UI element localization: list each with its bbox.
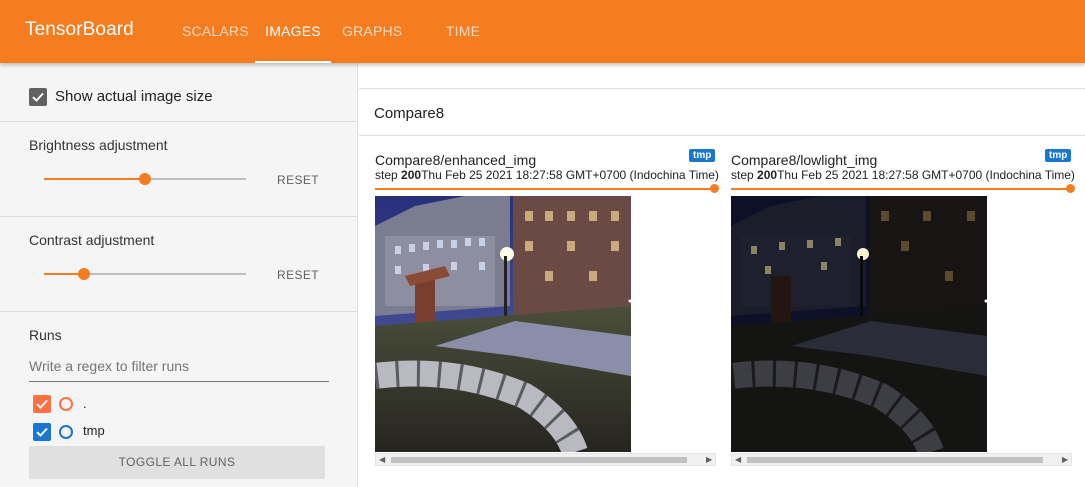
run-badge: tmp	[689, 149, 716, 162]
tab-time-series[interactable]: TIME SERIES	[421, 0, 505, 102]
step-prefix: step	[731, 168, 754, 182]
step-timestamp: Thu Feb 25 2021 18:27:58 GMT+0700 (Indoc…	[777, 168, 1075, 182]
brightness-slider[interactable]	[44, 172, 246, 186]
contrast-title: Contrast adjustment	[29, 232, 155, 248]
scrollbar-thumb[interactable]	[391, 457, 687, 463]
step-slider-thumb[interactable]	[1066, 184, 1075, 193]
image-card-lowlight: Compare8/lowlight_img tmp step 200Thu Fe…	[731, 149, 1075, 471]
enhanced-image	[375, 196, 631, 452]
contrast-slider-thumb[interactable]	[78, 268, 91, 280]
tab-scalars[interactable]: SCALARS	[182, 0, 249, 63]
toggle-all-runs-button[interactable]: TOGGLE ALL RUNS	[29, 446, 325, 479]
main-panel: Compare8 Compare8/enhanced_img tmp step …	[359, 63, 1085, 487]
run-label-tmp: tmp	[83, 423, 105, 438]
tab-graphs[interactable]: GRAPHS	[342, 0, 402, 63]
brightness-section: Brightness adjustment RESET	[0, 122, 358, 217]
brightness-slider-thumb[interactable]	[139, 173, 151, 185]
check-icon	[32, 92, 44, 102]
scroll-right-icon[interactable]: ▶	[1062, 455, 1068, 465]
step-slider[interactable]	[731, 184, 1075, 193]
image-card-enhanced: Compare8/enhanced_img tmp step 200Thu Fe…	[375, 149, 719, 471]
scroll-right-icon[interactable]: ▶	[706, 455, 712, 465]
run-filter-field[interactable]	[29, 352, 329, 382]
run-badge: tmp	[1045, 149, 1072, 162]
check-icon	[36, 427, 48, 437]
step-value: 200	[401, 168, 422, 182]
scrollbar-thumb[interactable]	[747, 457, 1043, 463]
card-step-info: step 200Thu Feb 25 2021 18:27:58 GMT+070…	[731, 168, 1075, 182]
brightness-title: Brightness adjustment	[29, 137, 168, 153]
group-title: Compare8	[374, 105, 445, 122]
card-title: Compare8/enhanced_img	[375, 152, 537, 168]
contrast-section: Contrast adjustment RESET	[0, 217, 358, 312]
tab-images[interactable]: IMAGES	[255, 0, 331, 63]
step-prefix: step	[375, 168, 398, 182]
scroll-left-icon[interactable]: ◀	[379, 455, 385, 465]
lowlight-image	[731, 196, 987, 452]
step-slider[interactable]	[375, 184, 719, 193]
show-actual-size-label: Show actual image size	[55, 88, 213, 105]
horizontal-scrollbar[interactable]: ◀ ▶	[731, 453, 1072, 466]
step-value: 200	[757, 168, 778, 182]
contrast-reset-button[interactable]: RESET	[277, 268, 319, 282]
app-title: TensorBoard	[25, 19, 134, 40]
run-checkbox-dot[interactable]	[33, 395, 51, 413]
step-timestamp: Thu Feb 25 2021 18:27:58 GMT+0700 (Indoc…	[421, 168, 719, 182]
scroll-left-icon[interactable]: ◀	[735, 455, 741, 465]
run-label-dot: .	[83, 396, 87, 411]
run-color-circle-icon[interactable]	[59, 397, 73, 411]
card-step-info: step 200Thu Feb 25 2021 18:27:58 GMT+070…	[375, 168, 719, 182]
brightness-reset-button[interactable]: RESET	[277, 173, 319, 187]
step-slider-thumb[interactable]	[710, 184, 719, 193]
run-filter-input[interactable]	[29, 352, 329, 374]
top-app-bar: TensorBoard SCALARS IMAGES GRAPHS TIME S…	[0, 0, 1085, 102]
contrast-slider[interactable]	[44, 267, 246, 281]
sidebar: Show actual image size Brightness adjust…	[0, 63, 358, 487]
run-checkbox-tmp[interactable]	[33, 423, 51, 441]
show-actual-size-section: Show actual image size	[0, 63, 358, 122]
horizontal-scrollbar[interactable]: ◀ ▶	[375, 453, 716, 466]
runs-title: Runs	[29, 327, 62, 343]
show-actual-size-checkbox[interactable]	[29, 88, 47, 106]
run-color-circle-icon[interactable]	[59, 425, 73, 439]
card-title: Compare8/lowlight_img	[731, 152, 878, 168]
check-icon	[36, 399, 48, 409]
